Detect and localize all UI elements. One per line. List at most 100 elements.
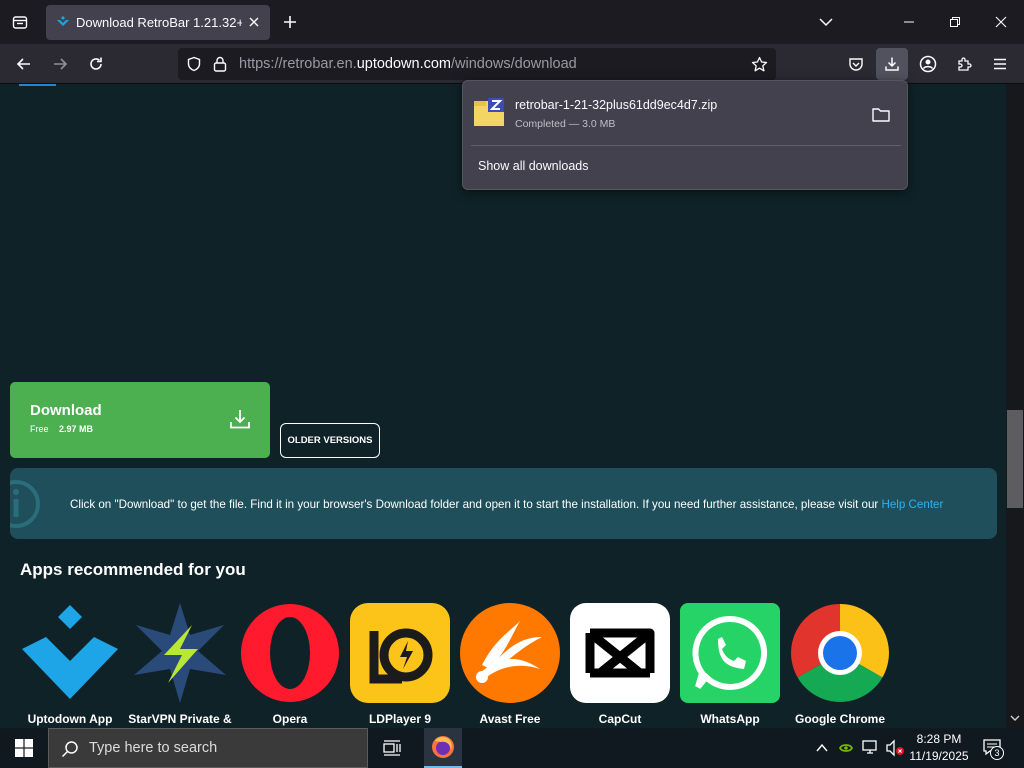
browser-titlebar: Download RetroBar 1.21.32+61d — [0, 0, 1024, 44]
info-banner: Click on "Download" to get the file. Fin… — [10, 468, 997, 539]
chrome-icon — [791, 604, 889, 702]
download-button[interactable]: Download Free 2.97 MB — [10, 382, 270, 458]
firefox-taskbar-button[interactable] — [424, 728, 462, 768]
chevron-up-icon[interactable] — [815, 741, 829, 755]
reload-icon — [90, 57, 102, 70]
app-name: Google Chrome — [794, 712, 885, 726]
page-scrollbar[interactable] — [1006, 84, 1024, 728]
star-icon[interactable] — [751, 56, 768, 73]
download-status: Completed — 3.0 MB — [515, 118, 616, 130]
arrow-left-icon — [16, 58, 30, 70]
notification-center-button[interactable]: 3 — [980, 736, 1008, 760]
url-host: uptodown.com — [356, 56, 451, 72]
minimize-button[interactable] — [893, 6, 925, 38]
reload-button[interactable] — [82, 50, 110, 78]
downloads-button[interactable] — [876, 48, 908, 80]
account-icon — [919, 55, 937, 73]
tab-list-button[interactable] — [6, 8, 34, 36]
uptodown-favicon-icon — [57, 15, 69, 26]
start-button[interactable] — [0, 728, 48, 768]
app-card-uptodown[interactable]: Uptodown App — [10, 603, 120, 728]
app-name: Opera — [272, 712, 308, 726]
apps-section-title: Apps recommended for you — [20, 560, 246, 579]
info-message: Click on "Download" to get the file. Fin… — [70, 498, 882, 511]
task-view-button[interactable] — [372, 728, 412, 768]
window-close-button[interactable] — [985, 6, 1017, 38]
download-size: 2.97 MB — [59, 424, 94, 434]
hamburger-menu-icon — [994, 58, 1006, 70]
folder-icon[interactable] — [871, 106, 891, 124]
app-name: Avast Free — [479, 712, 541, 726]
pocket-button[interactable] — [842, 50, 870, 78]
app-name: LDPlayer 9 — [368, 712, 432, 726]
download-free-label: Free — [30, 424, 49, 434]
task-view-icon — [383, 740, 401, 756]
app-card-ldplayer[interactable]: LDPlayer 9 — [340, 603, 450, 728]
close-icon — [249, 17, 259, 27]
tab-title: Download RetroBar 1.21.32+61d — [76, 15, 242, 30]
puzzle-icon — [958, 57, 972, 71]
app-name: CapCut — [598, 712, 642, 726]
download-filename[interactable]: retrobar-1-21-32plus61dd9ec4d7.zip — [515, 98, 717, 112]
url-bar[interactable]: https://retrobar.en.uptodown.com/windows… — [178, 48, 776, 80]
notification-count-badge: 3 — [990, 746, 1004, 760]
ldplayer-icon — [350, 603, 450, 703]
navigation-toolbar: https://retrobar.en.uptodown.com/windows… — [0, 44, 1024, 84]
app-name: Uptodown App — [27, 712, 113, 726]
back-button[interactable] — [10, 50, 38, 78]
app-card-capcut[interactable]: CapCut — [560, 603, 670, 728]
restore-icon — [950, 17, 960, 27]
search-icon — [61, 741, 78, 758]
help-center-link[interactable]: Help Center — [881, 498, 943, 511]
lock-icon[interactable] — [213, 56, 227, 72]
minimize-icon — [904, 21, 914, 23]
zip-file-icon — [474, 98, 504, 126]
tab-close-button[interactable] — [246, 14, 262, 30]
url-prefix: https://retrobar.en. — [239, 56, 357, 72]
app-card-whatsapp[interactable]: WhatsApp — [670, 603, 780, 728]
menu-button[interactable] — [986, 50, 1014, 78]
info-icon — [10, 480, 40, 528]
app-card-starvpn[interactable]: StarVPN Private & — [120, 603, 232, 728]
network-icon[interactable] — [862, 740, 880, 756]
app-card-avast[interactable]: Avast Free — [450, 603, 560, 728]
new-tab-button[interactable] — [278, 10, 302, 34]
chevron-down-icon — [819, 18, 833, 27]
scrollbar-thumb[interactable] — [1007, 410, 1023, 508]
opera-icon — [241, 604, 339, 702]
capcut-icon — [570, 603, 670, 703]
close-icon — [995, 16, 1007, 28]
downloads-panel: retrobar-1-21-32plus61dd9ec4d7.zip Compl… — [462, 80, 908, 190]
url-path: /windows/download — [451, 56, 577, 72]
restore-button[interactable] — [939, 6, 971, 38]
list-all-tabs-button[interactable] — [810, 6, 842, 38]
url-text[interactable]: https://retrobar.en.uptodown.com/windows… — [239, 56, 577, 72]
extensions-button[interactable] — [950, 50, 978, 78]
account-button[interactable] — [914, 50, 942, 78]
top-accent-bar — [19, 84, 56, 86]
download-button-label: Download — [30, 402, 102, 419]
starvpn-icon — [134, 603, 226, 703]
shield-icon[interactable] — [186, 56, 202, 72]
plus-icon — [284, 16, 296, 28]
avast-icon — [460, 603, 560, 703]
show-all-downloads-link[interactable]: Show all downloads — [478, 159, 589, 173]
app-card-chrome[interactable]: Google Chrome — [780, 603, 890, 728]
app-name: WhatsApp — [700, 712, 760, 726]
windows-logo-icon — [15, 739, 33, 757]
firefox-icon — [432, 736, 454, 758]
tab-list-icon — [12, 16, 28, 29]
app-card-opera[interactable]: Opera — [230, 603, 340, 728]
scroll-down-arrow-icon[interactable] — [1009, 712, 1021, 724]
taskbar-search-box[interactable]: Type here to search — [48, 728, 368, 768]
clock-time[interactable]: 8:28 PM — [900, 732, 978, 746]
browser-tab[interactable]: Download RetroBar 1.21.32+61d — [46, 5, 270, 40]
older-versions-button[interactable]: OLDER VERSIONS — [280, 423, 380, 458]
nvidia-icon[interactable] — [838, 740, 854, 756]
download-icon — [885, 57, 899, 71]
clock-date[interactable]: 11/19/2025 — [900, 749, 978, 763]
uptodown-icon — [22, 605, 118, 699]
app-name: StarVPN Private & — [128, 712, 232, 726]
forward-button[interactable] — [46, 50, 74, 78]
arrow-right-icon — [54, 58, 68, 70]
